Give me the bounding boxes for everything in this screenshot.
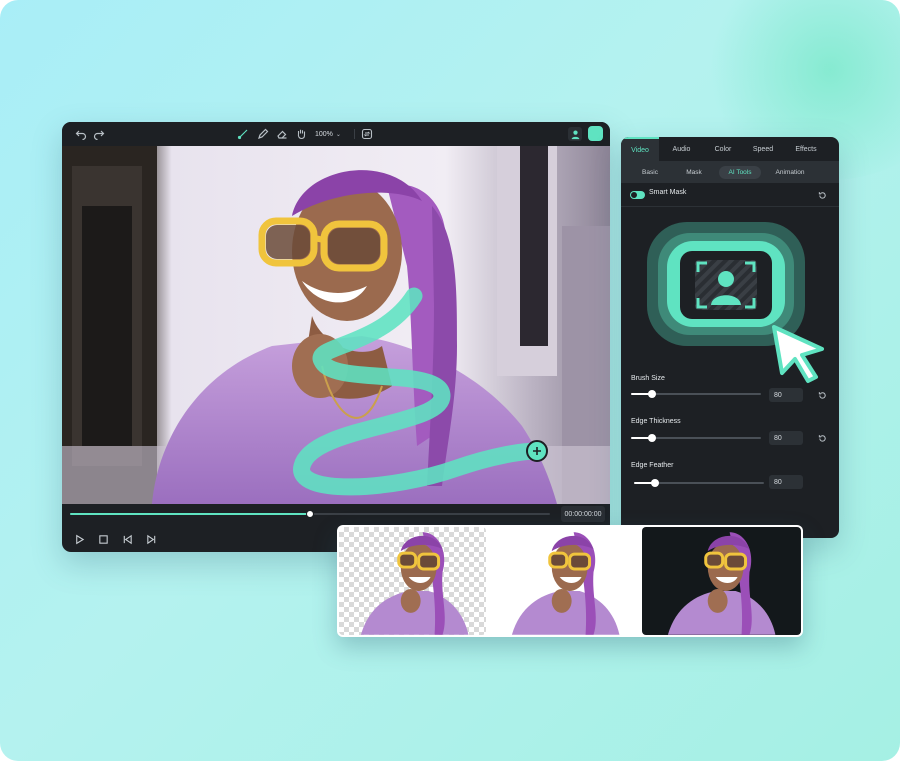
editor-toolbar: 100% ⌄: [62, 122, 610, 146]
smart-mask-label: Smart Mask: [649, 189, 687, 196]
brush-size-value[interactable]: 80: [769, 388, 803, 402]
eraser-icon[interactable]: [275, 127, 289, 141]
edge-thickness-value[interactable]: 80: [769, 431, 803, 445]
redo-icon[interactable]: [92, 127, 106, 141]
edge-feather-label: Edge Feather: [631, 462, 674, 469]
panel-subtabs: Basic Mask AI Tools Animation: [621, 161, 839, 183]
timeline-scrubber[interactable]: [70, 510, 550, 518]
edge-feather-slider[interactable]: [634, 479, 764, 487]
play-icon[interactable]: [72, 532, 86, 546]
pen-icon[interactable]: [256, 127, 270, 141]
scrubber-knob[interactable]: [306, 510, 314, 518]
subtab-animation[interactable]: Animation: [769, 166, 811, 179]
toolbar-divider: [354, 129, 355, 139]
video-preview[interactable]: [62, 146, 610, 504]
playback-progress: 00:00:00:00: [62, 504, 610, 524]
tab-speed[interactable]: Speed: [742, 137, 784, 161]
subtab-ai-tools[interactable]: AI Tools: [719, 166, 761, 179]
brush-size-slider[interactable]: [631, 390, 761, 398]
mouse-pointer-icon: [772, 325, 824, 383]
video-editor-window: 100% ⌄ 00:00:00:00: [62, 122, 610, 552]
person-mask-icon: [695, 260, 757, 310]
next-frame-icon[interactable]: [144, 532, 158, 546]
edge-thickness-label: Edge Thickness: [631, 418, 681, 425]
cutout-person: [667, 532, 776, 635]
undo-icon[interactable]: [74, 127, 88, 141]
reset-icon[interactable]: [817, 390, 827, 400]
export-button[interactable]: [588, 126, 603, 141]
cutout-person: [360, 532, 469, 635]
thumbnail-black-background[interactable]: [641, 527, 801, 635]
timecode: 00:00:00:00: [561, 506, 605, 522]
brush-icon[interactable]: [236, 127, 250, 141]
hand-icon[interactable]: [294, 127, 308, 141]
thumbnail-transparent-background[interactable]: [339, 527, 487, 635]
tab-video[interactable]: Video: [621, 137, 659, 161]
smart-mask-toggle[interactable]: [630, 191, 645, 199]
slider-knob[interactable]: [647, 434, 656, 442]
tab-audio[interactable]: Audio: [659, 137, 704, 161]
preview-frame: [62, 146, 610, 504]
edge-feather-value[interactable]: 80: [769, 475, 803, 489]
previous-frame-icon[interactable]: [120, 532, 134, 546]
reset-icon[interactable]: [817, 190, 827, 200]
smart-mask-row: Smart Mask: [621, 183, 839, 207]
cutout-person: [512, 532, 620, 635]
subtab-basic[interactable]: Basic: [635, 166, 665, 179]
edge-thickness-slider[interactable]: [631, 434, 761, 442]
zoom-select[interactable]: 100% ⌄: [315, 127, 349, 141]
background-preview-strip: [337, 525, 803, 637]
slider-knob[interactable]: [650, 479, 659, 487]
stop-icon[interactable]: [96, 532, 110, 546]
tab-effects[interactable]: Effects: [784, 137, 828, 161]
slider-knob[interactable]: [647, 390, 656, 398]
progress-fill: [70, 513, 310, 515]
thumbnail-white-background[interactable]: [488, 527, 640, 635]
tab-color[interactable]: Color: [704, 137, 742, 161]
chevron-down-icon: ⌄: [335, 131, 341, 138]
swap-icon[interactable]: [360, 127, 374, 141]
panel-tabs: Video Audio Color Speed Effects: [621, 137, 839, 161]
reset-icon[interactable]: [817, 433, 827, 443]
avatar-icon[interactable]: [568, 127, 582, 141]
zoom-value: 100%: [315, 130, 333, 138]
brush-size-label: Brush Size: [631, 375, 665, 382]
subtab-mask[interactable]: Mask: [679, 166, 709, 179]
